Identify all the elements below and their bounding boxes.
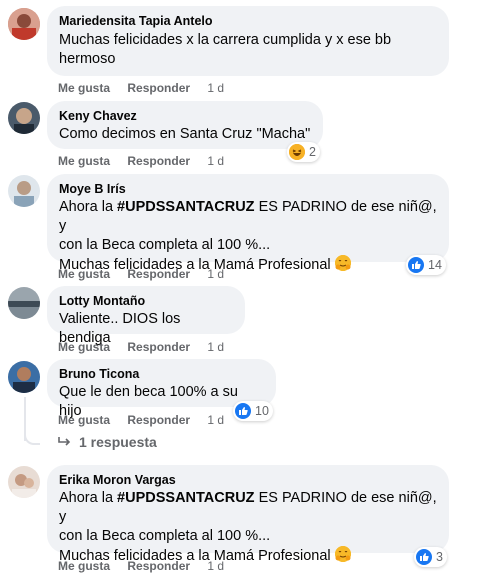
reply-arrow-icon [58,437,71,446]
comment-bubble: Mariedensita Tapia Antelo Muchas felicid… [47,6,449,76]
comment-author[interactable]: Keny Chavez [59,108,311,124]
comment-actions: Me gusta Responder 1 d [58,559,224,573]
like-button[interactable]: Me gusta [58,81,110,95]
hashtag-link[interactable]: #UPDSSANTACRUZ [117,199,255,215]
comment-author[interactable]: Mariedensita Tapia Antelo [59,13,437,29]
timestamp[interactable]: 1 d [207,413,224,427]
reaction-number: 10 [255,404,269,418]
comment-text: Como decimos en Santa Cruz "Macha" [59,126,311,142]
comment-text: Ahora la #UPDSSANTACRUZ ES PADRINO de es… [59,489,437,566]
comment-bubble: Lotty Montaño Valiente.. DIOS los bendig… [47,286,245,346]
hugging-face-icon [334,255,351,271]
comment-bubble: Keny Chavez Como decimos en Santa Cruz "… [47,101,323,149]
timestamp[interactable]: 1 d [207,340,224,354]
avatar-photo [8,175,40,207]
timestamp[interactable]: 1 d [207,267,224,281]
comment-actions: Me gusta Responder 1 d [58,413,224,427]
hashtag-link[interactable]: #UPDSSANTACRUZ [117,490,255,506]
reply-button[interactable]: Responder [127,559,190,573]
timestamp[interactable]: 1 d [207,154,224,168]
comment-author[interactable]: Lotty Montaño [59,293,233,309]
like-icon [235,403,251,419]
text-segment: Ahora la [59,490,118,506]
reaction-number: 14 [428,258,442,272]
avatar-photo [8,466,40,498]
reaction-count[interactable]: 3 [414,547,447,567]
hugging-face-icon [334,546,351,562]
avatar[interactable] [8,8,40,40]
comment-author[interactable]: Moye B Irís [59,181,437,197]
reaction-count[interactable]: 10 [233,401,273,421]
like-button[interactable]: Me gusta [58,154,110,168]
reply-button[interactable]: Responder [127,340,190,354]
avatar-photo [8,8,40,40]
reaction-count[interactable]: 14 [406,255,446,275]
thread-connector [24,431,40,445]
reply-button[interactable]: Responder [127,267,190,281]
text-segment: Ahora la [59,199,118,215]
avatar[interactable] [8,466,40,498]
like-button[interactable]: Me gusta [58,559,110,573]
comment-bubble: Moye B Irís Ahora la #UPDSSANTACRUZ ES P… [47,174,449,273]
avatar[interactable] [8,102,40,134]
comment-bubble: Bruno Ticona Que le den beca 100% a su h… [47,359,276,419]
like-icon [408,257,424,273]
comment-text: Muchas felicidades x la carrera cumplida… [59,32,392,67]
like-button[interactable]: Me gusta [58,340,110,354]
comment-actions: Me gusta Responder 1 d [58,267,224,281]
avatar[interactable] [8,287,40,319]
comment-actions: Me gusta Responder 1 d [58,154,224,168]
timestamp[interactable]: 1 d [207,81,224,95]
avatar[interactable] [8,175,40,207]
reaction-number: 2 [309,145,316,159]
timestamp[interactable]: 1 d [207,559,224,573]
reply-button[interactable]: Responder [127,154,190,168]
view-replies-link[interactable]: 1 respuesta [58,434,157,450]
like-button[interactable]: Me gusta [58,413,110,427]
reply-button[interactable]: Responder [127,413,190,427]
comment-author[interactable]: Bruno Ticona [59,366,264,382]
avatar-photo [8,361,40,393]
comment-actions: Me gusta Responder 1 d [58,81,224,95]
reaction-number: 3 [436,550,443,564]
avatar-photo [8,287,40,319]
like-icon [416,549,432,565]
haha-icon [289,144,305,160]
view-replies-label: 1 respuesta [79,434,157,450]
comment-text: Ahora la #UPDSSANTACRUZ ES PADRINO de es… [59,198,437,275]
avatar[interactable] [8,361,40,393]
reaction-count[interactable]: 2 [287,142,320,162]
comment-actions: Me gusta Responder 1 d [58,340,224,354]
comment-bubble: Erika Moron Vargas Ahora la #UPDSSANTACR… [47,465,449,564]
like-button[interactable]: Me gusta [58,267,110,281]
avatar-photo [8,102,40,134]
reply-button[interactable]: Responder [127,81,190,95]
comment-author[interactable]: Erika Moron Vargas [59,472,437,488]
